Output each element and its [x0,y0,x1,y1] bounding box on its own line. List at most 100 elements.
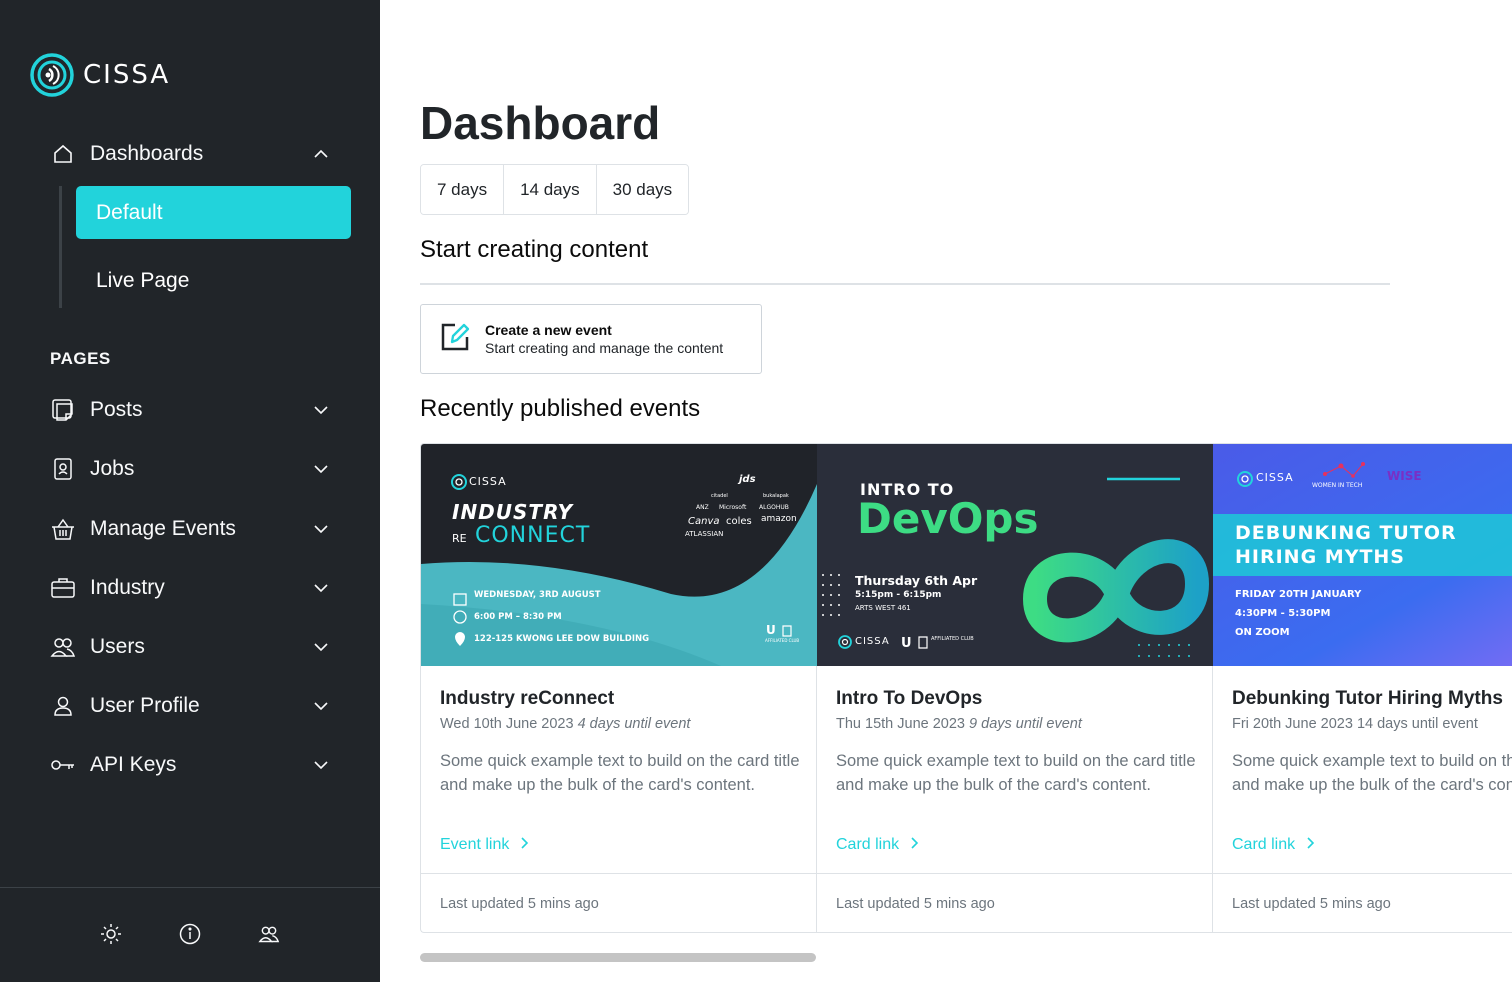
banner-line1: DEBUNKING TUTOR [1235,522,1457,544]
sidebar: CISSA Dashboards Default Live Page PAGES… [0,0,380,982]
home-icon [50,141,76,167]
create-event-card[interactable]: Create a new event Start creating and ma… [420,304,762,374]
create-event-title: Create a new event [485,322,612,338]
sponsor-logo: ANZ [696,504,709,511]
banner-line2: CONNECT [475,523,591,548]
event-banner-image[interactable]: U INTRO TO DevOps Thursday 6th Apr 5:15p… [817,444,1213,666]
users-icon[interactable] [257,922,281,946]
sponsor-logo: coles [726,516,752,527]
banner-line2: DevOps [857,494,1039,543]
edit-icon [439,321,471,358]
sidebar-item-user-profile[interactable]: User Profile [50,688,330,724]
cissa-logo-icon [30,53,74,97]
banner-line2-prefix: RE [452,532,467,545]
banner-brand: CISSA [469,475,507,488]
sidebar-subitem-live-page[interactable]: Live Page [76,254,351,307]
sidebar-item-api-keys[interactable]: API Keys [50,747,330,783]
briefcase-icon [50,575,76,601]
sidebar-item-label: Users [90,635,145,658]
sidebar-item-dashboards[interactable]: Dashboards [50,138,330,170]
banner-time: 6:00 PM – 8:30 PM [474,612,562,622]
range-14-days-button[interactable]: 14 days [504,165,597,214]
sun-icon[interactable] [99,922,123,946]
events-carousel: U CISSA INDUSTRY RE CONNECT jds ANZ Micr… [420,443,1512,933]
sidebar-item-users[interactable]: Users [50,629,330,665]
event-link-label: Event link [440,836,510,853]
range-30-days-button[interactable]: 30 days [596,165,689,214]
event-card: U INTRO TO DevOps Thursday 6th Apr 5:15p… [817,444,1213,932]
event-countdown: 9 days until event [969,716,1082,732]
chevron-up-icon [312,145,330,163]
event-card: CISSA WOMEN IN TECH WISE DEBUNKING TUTOR… [1213,444,1512,932]
event-countdown: 4 days until event [577,716,691,732]
svg-text:U: U [766,623,776,637]
chevron-right-icon [1305,836,1315,854]
event-description: Some quick example text to build on the … [1232,752,1512,794]
event-title: Intro To DevOps [836,688,983,709]
carousel-scrollbar[interactable] [420,953,816,962]
event-date: Fri 20th June 2023 [1232,716,1353,732]
banner-line1: INDUSTRY [452,500,574,524]
chevron-down-icon [312,697,330,715]
info-icon[interactable] [178,922,202,946]
section-divider [420,283,1390,285]
banner-affiliated: AFFILIATED CLUB [765,638,800,643]
card-footer: Last updated 5 mins ago [1213,873,1512,932]
card-link[interactable]: Card link [836,836,919,854]
event-card: U CISSA INDUSTRY RE CONNECT jds ANZ Micr… [421,444,817,932]
event-title: Industry reConnect [440,688,615,709]
sidebar-item-label: User Profile [90,694,200,717]
sidebar-item-label: API Keys [90,753,177,776]
event-countdown: 14 days until event [1356,716,1478,732]
card-link[interactable]: Card link [1232,836,1315,854]
sponsor-logo: ATLASSIAN [685,530,724,538]
card-link-label: Card link [1232,836,1296,853]
chevron-right-icon [909,836,919,854]
date-range-group: 7 days 14 days 30 days [420,164,690,215]
range-7-days-button[interactable]: 7 days [421,165,505,214]
chevron-down-icon [312,756,330,774]
banner-time: 5:15pm - 6:15pm [855,590,942,600]
sidebar-item-posts[interactable]: Posts [50,392,330,428]
card-footer: Last updated 5 mins ago [421,873,817,932]
sidebar-subitem-label: Live Page [96,268,190,292]
sponsor-logo: amazon [761,514,797,524]
event-banner-image[interactable]: CISSA WOMEN IN TECH WISE DEBUNKING TUTOR… [1213,444,1512,666]
create-section-title: Start creating content [420,236,649,263]
banner-time: 4:30PM - 5:30PM [1235,608,1331,619]
banner-partner-logo: WISE [1387,469,1422,483]
sponsor-logo: jds [739,474,756,485]
users-icon [50,634,76,660]
chevron-right-icon [519,836,529,854]
badge-icon [50,456,76,482]
sponsor-logo: Canva [688,516,720,527]
chevron-down-icon [312,520,330,538]
sidebar-item-label: Dashboards [90,142,204,165]
posts-icon [50,397,76,423]
event-link[interactable]: Event link [440,836,529,854]
sponsor-logo: Microsoft [719,504,747,511]
banner-partner-logo: WOMEN IN TECH [1312,482,1363,489]
sidebar-item-jobs[interactable]: Jobs [50,451,330,487]
event-description: Some quick example text to build on the … [836,752,1196,794]
event-date: Thu 15th June 2023 [836,716,965,732]
event-banner-image[interactable]: U CISSA INDUSTRY RE CONNECT jds ANZ Micr… [421,444,817,666]
chevron-down-icon [312,638,330,656]
create-event-subtitle: Start creating and manage the content [485,340,724,356]
user-icon [50,693,76,719]
sidebar-item-industry[interactable]: Industry [50,570,330,606]
sidebar-item-manage-events[interactable]: Manage Events [50,511,330,547]
banner-place: ON ZOOM [1235,627,1290,638]
pages-heading: PAGES [50,349,111,368]
card-footer: Last updated 5 mins ago [817,873,1213,932]
event-date: Wed 10th June 2023 [440,716,574,732]
banner-brand: CISSA [855,636,890,647]
submenu-rail [59,186,62,308]
cissa-logo[interactable]: CISSA [29,52,170,98]
sidebar-subitem-label: Default [96,200,163,224]
svg-text:U: U [901,636,912,651]
sidebar-subitem-default[interactable]: Default [76,186,351,239]
banner-date: WEDNESDAY, 3RD AUGUST [474,590,601,600]
sponsor-logo: citadel [711,493,728,499]
sponsor-logo: ALGOHUB [759,504,789,511]
